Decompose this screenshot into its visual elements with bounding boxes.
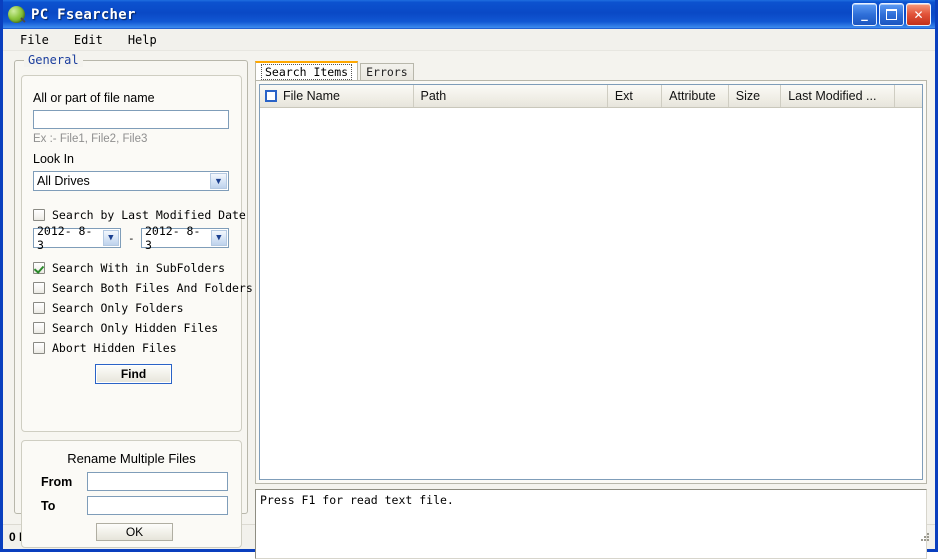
- date-to-value: 2012- 8- 3: [145, 224, 201, 252]
- column-header-label: Ext: [614, 89, 633, 103]
- column-header-label: Attribute: [669, 89, 716, 103]
- listview-column-header: File Name Path Ext Attribute Size Last M…: [260, 85, 922, 108]
- lookin-select[interactable]: All Drives ▼: [33, 171, 229, 191]
- menu-item-help[interactable]: Help: [121, 31, 167, 49]
- rename-panel-title: Rename Multiple Files: [67, 451, 196, 466]
- lookin-label: Look In: [33, 152, 75, 166]
- close-icon: ✕: [913, 7, 924, 22]
- rename-ok-button[interactable]: OK: [96, 523, 173, 541]
- checkbox-box[interactable]: [33, 281, 45, 294]
- chevron-down-icon[interactable]: ▼: [210, 230, 227, 246]
- maximize-icon: [880, 4, 903, 25]
- rename-from-label: From: [41, 475, 73, 489]
- chevron-down-icon[interactable]: ▼: [102, 230, 119, 246]
- checkbox-box[interactable]: [33, 341, 45, 354]
- column-header-filler: [895, 85, 922, 107]
- tab-errors[interactable]: Errors: [360, 63, 414, 80]
- checkbox-box[interactable]: [33, 321, 45, 334]
- general-groupbox: General All or part of file name Ex :- F…: [14, 53, 253, 548]
- maximize-button[interactable]: [879, 3, 904, 26]
- checkbox-abort-hidden-files[interactable]: Abort Hidden Files: [33, 339, 177, 356]
- rename-to-label: To: [41, 499, 56, 513]
- resize-grip-icon[interactable]: [921, 531, 931, 543]
- message-textarea[interactable]: Press F1 for read text file.: [255, 489, 927, 559]
- checkbox-label: Search With in SubFolders: [52, 260, 226, 275]
- date-range-separator: -: [128, 232, 135, 245]
- column-header-label: Last Modified ...: [788, 89, 877, 103]
- column-header-file-name[interactable]: File Name: [260, 85, 414, 107]
- rename-from-input[interactable]: [87, 472, 228, 491]
- checkbox-label: Search Only Folders: [52, 300, 184, 315]
- application-window: PC Fsearcher _ ✕ File Edit Help General …: [0, 0, 938, 559]
- checkbox-label: Search by Last Modified Date: [52, 207, 246, 222]
- filename-hint: Ex :- File1, File2, File3: [33, 133, 148, 145]
- date-from-picker[interactable]: 2012- 8- 3 ▼: [33, 224, 121, 252]
- menu-item-file[interactable]: File: [13, 31, 59, 49]
- minimize-button[interactable]: _: [852, 3, 877, 26]
- search-results-listview[interactable]: File Name Path Ext Attribute Size Last M…: [255, 80, 927, 484]
- checkbox-box[interactable]: [33, 261, 45, 274]
- checkbox-search-within-subfolders[interactable]: Search With in SubFolders: [33, 259, 225, 276]
- checkbox-label: Search Both Files And Folders: [52, 280, 253, 295]
- main-content: General All or part of file name Ex :- F…: [3, 51, 935, 559]
- rename-to-input[interactable]: [87, 496, 228, 515]
- filename-label: All or part of file name: [33, 91, 155, 105]
- checkbox-search-both-files-and-folders[interactable]: Search Both Files And Folders: [33, 279, 253, 296]
- listview-inner: File Name Path Ext Attribute Size Last M…: [259, 84, 923, 480]
- checkbox-label: Abort Hidden Files: [52, 340, 177, 355]
- checkbox-box[interactable]: [33, 208, 45, 221]
- close-button[interactable]: ✕: [906, 3, 931, 26]
- column-header-path[interactable]: Path: [414, 85, 608, 107]
- menu-item-edit[interactable]: Edit: [67, 31, 113, 49]
- column-header-label: File Name: [283, 89, 340, 103]
- window-title: PC Fsearcher: [31, 6, 136, 23]
- find-button[interactable]: Find: [95, 364, 172, 384]
- column-header-last-modified[interactable]: Last Modified ...: [781, 85, 896, 107]
- tab-errors-label: Errors: [366, 65, 408, 79]
- column-header-ext[interactable]: Ext: [608, 85, 663, 107]
- window-controls: _ ✕: [852, 3, 933, 26]
- checkbox-search-by-last-modified-date[interactable]: Search by Last Modified Date: [33, 206, 246, 223]
- date-from-value: 2012- 8- 3: [37, 224, 93, 252]
- checkbox-search-only-hidden-files[interactable]: Search Only Hidden Files: [33, 319, 218, 336]
- lookin-value: All Drives: [37, 174, 90, 188]
- minimize-icon: _: [861, 7, 868, 22]
- column-header-label: Path: [420, 89, 447, 103]
- select-all-checkbox[interactable]: [265, 90, 277, 102]
- chevron-down-icon[interactable]: ▼: [210, 173, 227, 189]
- menu-bar: File Edit Help: [3, 29, 935, 51]
- tab-search-items[interactable]: Search Items: [255, 61, 359, 80]
- checkbox-label: Search Only Hidden Files: [52, 320, 219, 335]
- checkbox-search-only-folders[interactable]: Search Only Folders: [33, 299, 184, 316]
- rename-multiple-files-panel: Rename Multiple Files From To OK: [21, 440, 242, 548]
- date-to-picker[interactable]: 2012- 8- 3 ▼: [141, 224, 229, 252]
- message-text: Press F1 for read text file.: [260, 493, 454, 507]
- magnifier-icon: [8, 6, 25, 23]
- tab-search-items-label: Search Items: [261, 63, 353, 80]
- tab-strip: Search Items Errors: [255, 61, 927, 80]
- checkbox-box[interactable]: [33, 301, 45, 314]
- column-header-size[interactable]: Size: [729, 85, 782, 107]
- filename-input[interactable]: [33, 110, 229, 129]
- title-bar: PC Fsearcher _ ✕: [3, 0, 935, 29]
- search-options-panel: All or part of file name Ex :- File1, Fi…: [21, 75, 253, 432]
- column-header-label: Size: [735, 89, 761, 103]
- column-header-attribute[interactable]: Attribute: [662, 85, 729, 107]
- general-groupbox-title: General: [24, 53, 83, 67]
